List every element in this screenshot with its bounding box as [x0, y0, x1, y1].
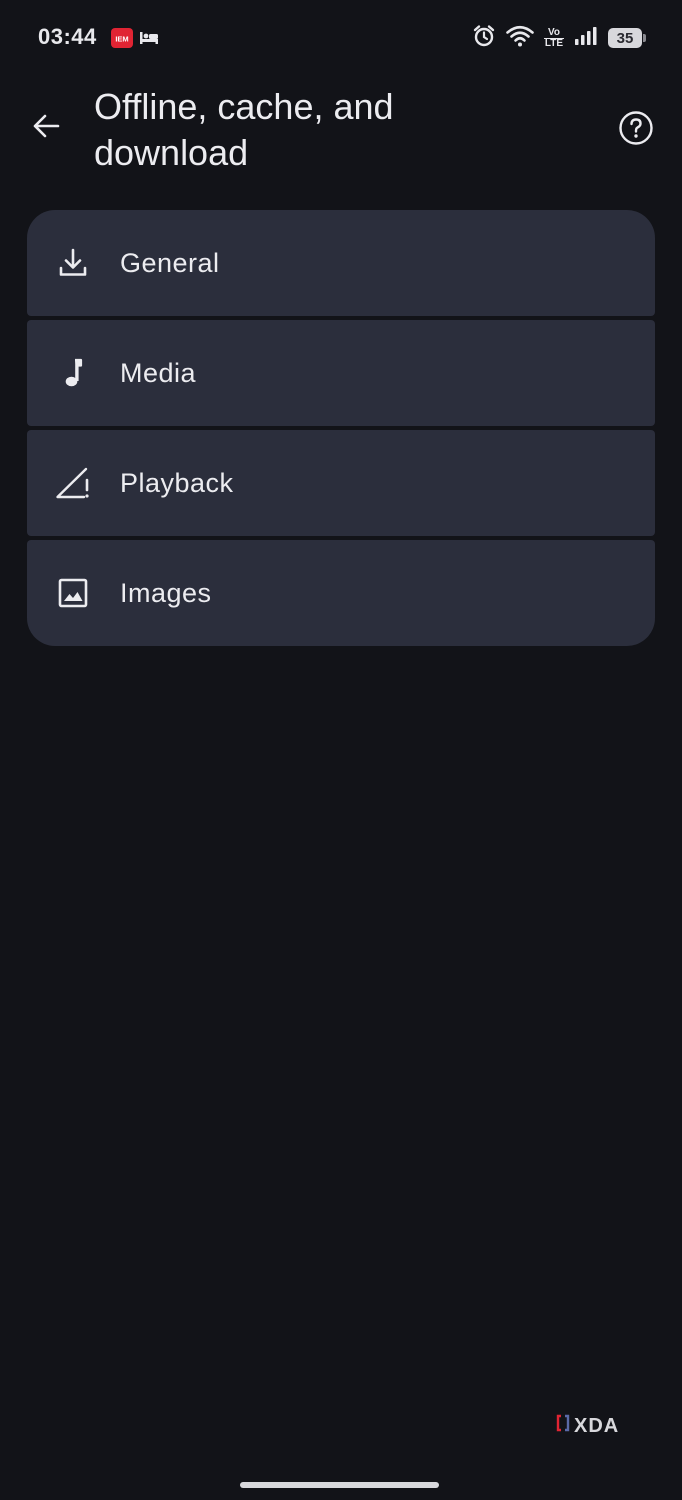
help-circle-icon: [618, 110, 654, 151]
volte-top: Vo: [547, 26, 561, 38]
app-bar: Offline, cache, and download: [0, 80, 682, 190]
volte-indicator: Vo LTE: [544, 26, 564, 49]
home-indicator[interactable]: [240, 1482, 439, 1488]
arrow-left-icon: [31, 111, 61, 146]
settings-item-media[interactable]: Media: [27, 320, 655, 426]
settings-item-label: Media: [120, 357, 197, 388]
settings-item-general[interactable]: General: [27, 210, 655, 316]
settings-item-label: Playback: [120, 467, 234, 498]
settings-item-playback[interactable]: Playback: [27, 430, 655, 536]
watermark-text: XDA: [574, 1414, 620, 1437]
cellular-signal-icon: [574, 26, 598, 51]
music-note-icon: [55, 355, 91, 391]
alarm-icon: [472, 24, 496, 53]
settings-list: General Media Playback Images: [27, 210, 655, 650]
back-button[interactable]: [26, 108, 66, 148]
xda-logo-icon: [556, 1414, 570, 1438]
notification-app-icon: IEM: [111, 28, 133, 53]
status-time: 03:44: [38, 24, 97, 49]
battery-icon: 35: [608, 28, 646, 48]
signal-triangle-icon: [55, 465, 91, 501]
wifi-icon: [506, 25, 534, 52]
volte-bottom: LTE: [544, 37, 564, 49]
notification-badge-text: IEM: [115, 35, 128, 44]
watermark: XDA: [556, 1414, 619, 1438]
status-bar: 03:44 IEM Vo LTE 35: [0, 0, 682, 76]
settings-item-images[interactable]: Images: [27, 540, 655, 646]
image-icon: [55, 575, 91, 611]
download-icon: [55, 245, 91, 281]
settings-item-label: General: [120, 247, 220, 278]
status-icons: Vo LTE 35: [472, 24, 646, 53]
help-button[interactable]: [614, 108, 658, 152]
bed-icon: [139, 30, 159, 51]
page-title: Offline, cache, and download: [94, 86, 394, 173]
settings-item-label: Images: [120, 577, 212, 608]
